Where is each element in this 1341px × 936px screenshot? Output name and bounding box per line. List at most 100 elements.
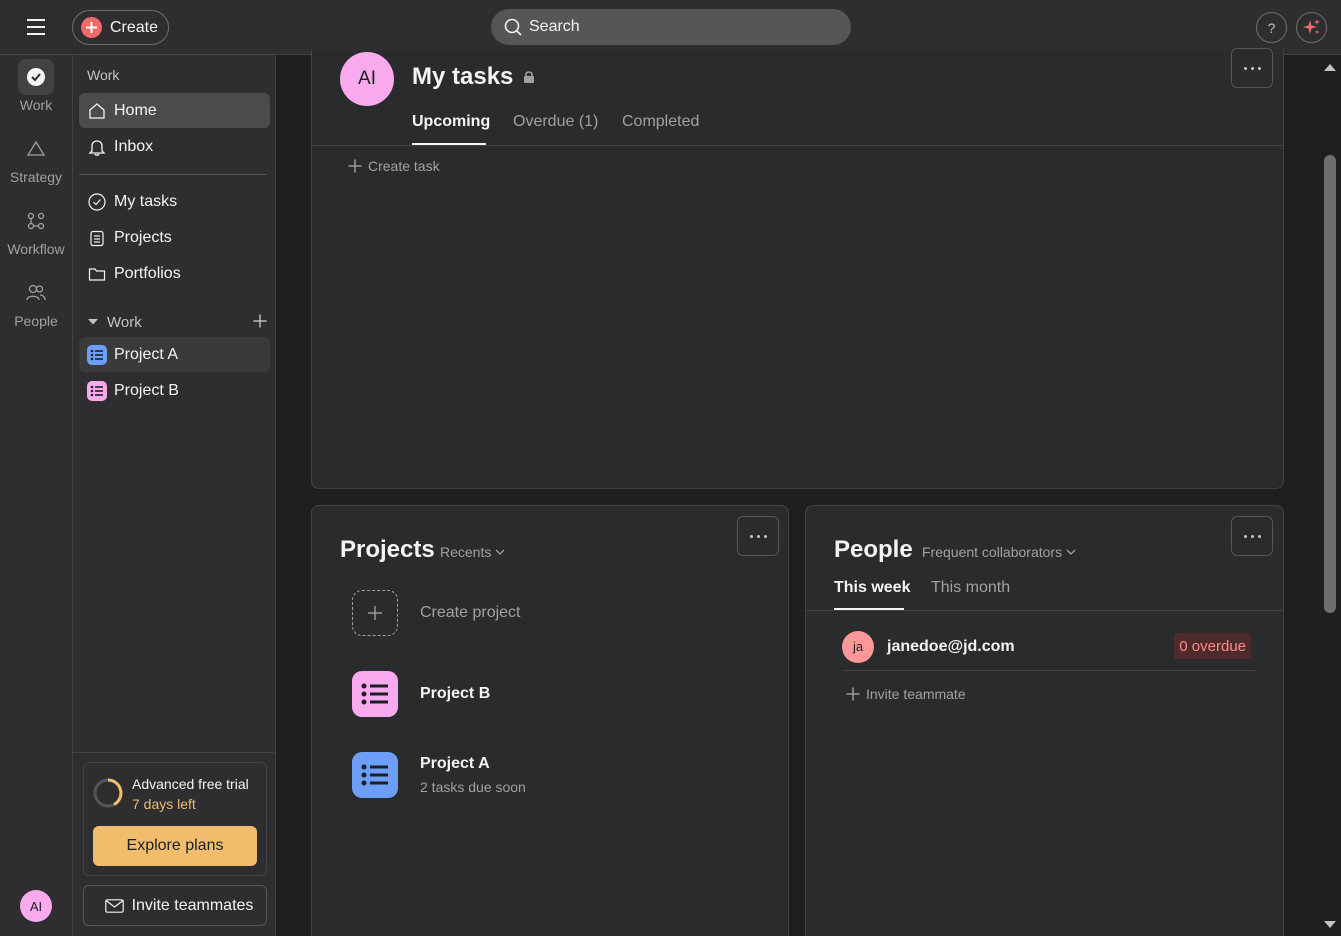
trial-days-left: 7 days left [132, 796, 196, 812]
more-icon [1243, 534, 1261, 538]
create-button[interactable]: Create [72, 10, 169, 45]
sidebar-item-project-a[interactable]: Project A [79, 337, 270, 372]
create-project-button[interactable]: Create project [352, 590, 521, 636]
person-email: janedoe@jd.com [887, 637, 1015, 655]
rail-label: Strategy [9, 169, 63, 185]
sidebar-item-portfolios[interactable]: Portfolios [79, 256, 270, 291]
sidebar-item-projects[interactable]: Projects [79, 220, 270, 255]
home-icon [87, 101, 107, 121]
rail-item-workflow[interactable]: Workflow [0, 203, 72, 257]
list-icon [352, 671, 398, 717]
more-options-button[interactable] [1231, 48, 1273, 88]
tab-completed[interactable]: Completed [622, 113, 699, 131]
sidebar-item-project-b[interactable]: Project B [79, 373, 270, 408]
tab-upcoming[interactable]: Upcoming [412, 113, 490, 131]
invite-label: Invite teammates [131, 896, 254, 914]
help-button[interactable]: ? [1256, 12, 1287, 43]
tab-this-week[interactable]: This week [834, 579, 910, 597]
sidebar-item-label: Projects [114, 228, 172, 246]
check-circle-icon [87, 192, 107, 212]
rail-label: Workflow [7, 241, 65, 257]
rail-item-work[interactable]: Work [0, 59, 72, 113]
trial-title: Advanced free trial [132, 776, 249, 792]
invite-teammate-label: Invite teammate [866, 686, 966, 702]
list-icon [352, 752, 398, 798]
create-project-label: Create project [420, 604, 521, 621]
projects-card: Projects Recents Create project Project … [311, 505, 789, 936]
sidebar-item-label: Portfolios [114, 264, 181, 282]
sidebar-heading: Work [87, 67, 120, 83]
list-item[interactable]: Project A 2 tasks due soon [352, 752, 526, 798]
people-card: People Frequent collaborators This week … [805, 505, 1284, 936]
more-icon [1243, 66, 1261, 70]
invite-teammate-button[interactable]: Invite teammate [846, 686, 966, 702]
sidebar-item-label: Project B [114, 381, 179, 399]
scrollbar[interactable] [1319, 55, 1341, 936]
bell-icon [87, 137, 107, 157]
divider [312, 145, 1283, 146]
plus-icon [352, 590, 398, 636]
avatar: AI [340, 52, 394, 106]
rail-label: People [14, 313, 58, 329]
folder-icon [87, 264, 107, 284]
sidebar-item-inbox[interactable]: Inbox [79, 129, 270, 164]
sidebar-section-work[interactable]: Work [87, 311, 267, 333]
check-circle-icon [18, 59, 54, 95]
sidebar-item-my-tasks[interactable]: My tasks [79, 184, 270, 219]
more-options-button[interactable] [1231, 516, 1273, 556]
invite-teammates-button[interactable]: Invite teammates [83, 885, 267, 926]
divider [73, 752, 275, 753]
mail-icon [104, 898, 124, 913]
chevron-down-icon [491, 549, 505, 555]
recents-dropdown[interactable]: Recents [440, 544, 505, 560]
avatar[interactable]: AI [20, 890, 52, 922]
section-label: Work [107, 313, 142, 331]
more-icon [749, 534, 767, 538]
more-options-button[interactable] [737, 516, 779, 556]
my-tasks-card: AI My tasks Upcoming Overdue (1) Complet… [311, 48, 1284, 489]
workflow-icon [18, 203, 54, 239]
project-name: Project A [420, 755, 490, 772]
sidebar-item-home[interactable]: Home [79, 93, 270, 128]
dropdown-label: Recents [440, 544, 492, 560]
sidebar-item-label: My tasks [114, 192, 178, 210]
sidebar-item-label: Project A [114, 345, 179, 363]
create-label: Create [110, 18, 159, 36]
chevron-down-icon [1062, 549, 1076, 555]
list-item[interactable]: Project B [352, 671, 490, 717]
sparkle-icon[interactable] [1296, 12, 1327, 43]
progress-ring-icon [92, 777, 124, 809]
project-subtitle: 2 tasks due soon [420, 779, 526, 795]
tab-this-month[interactable]: This month [931, 579, 1010, 597]
search-icon [503, 17, 523, 37]
scroll-down-icon[interactable] [1323, 920, 1337, 930]
project-name: Project B [420, 685, 491, 702]
create-task-button[interactable]: Create task [348, 158, 440, 174]
projects-title[interactable]: Projects [340, 536, 435, 564]
sidebar: Work Home Inbox My tasks Projects Portfo… [72, 55, 276, 936]
rail-item-people[interactable]: People [0, 275, 72, 329]
trial-card: Advanced free trial 7 days left Explore … [83, 762, 267, 876]
table-row[interactable]: ja janedoe@jd.com 0 overdue [842, 623, 1255, 671]
my-tasks-title: My tasks [412, 63, 514, 90]
tab-overdue[interactable]: Overdue (1) [513, 113, 598, 131]
explore-plans-button[interactable]: Explore plans [93, 826, 257, 866]
scroll-thumb[interactable] [1324, 155, 1336, 613]
rail-label: Work [19, 97, 53, 113]
list-icon [87, 344, 107, 365]
lock-icon [523, 70, 535, 84]
top-bar: Create Search ? [0, 0, 1341, 55]
plus-icon [81, 17, 102, 38]
widget-title[interactable]: My tasks [412, 63, 535, 91]
frequent-collaborators-dropdown[interactable]: Frequent collaborators [922, 544, 1076, 560]
sidebar-item-label: Home [114, 101, 157, 119]
hamburger-menu-icon[interactable] [22, 14, 50, 40]
rail-item-strategy[interactable]: Strategy [0, 131, 72, 185]
scroll-up-icon[interactable] [1323, 62, 1337, 72]
caret-down-icon [87, 318, 99, 326]
people-title[interactable]: People [834, 536, 913, 564]
clipboard-icon [87, 228, 107, 248]
add-icon[interactable] [253, 314, 267, 328]
dropdown-label: Frequent collaborators [922, 544, 1063, 560]
search-input[interactable]: Search [491, 9, 851, 45]
